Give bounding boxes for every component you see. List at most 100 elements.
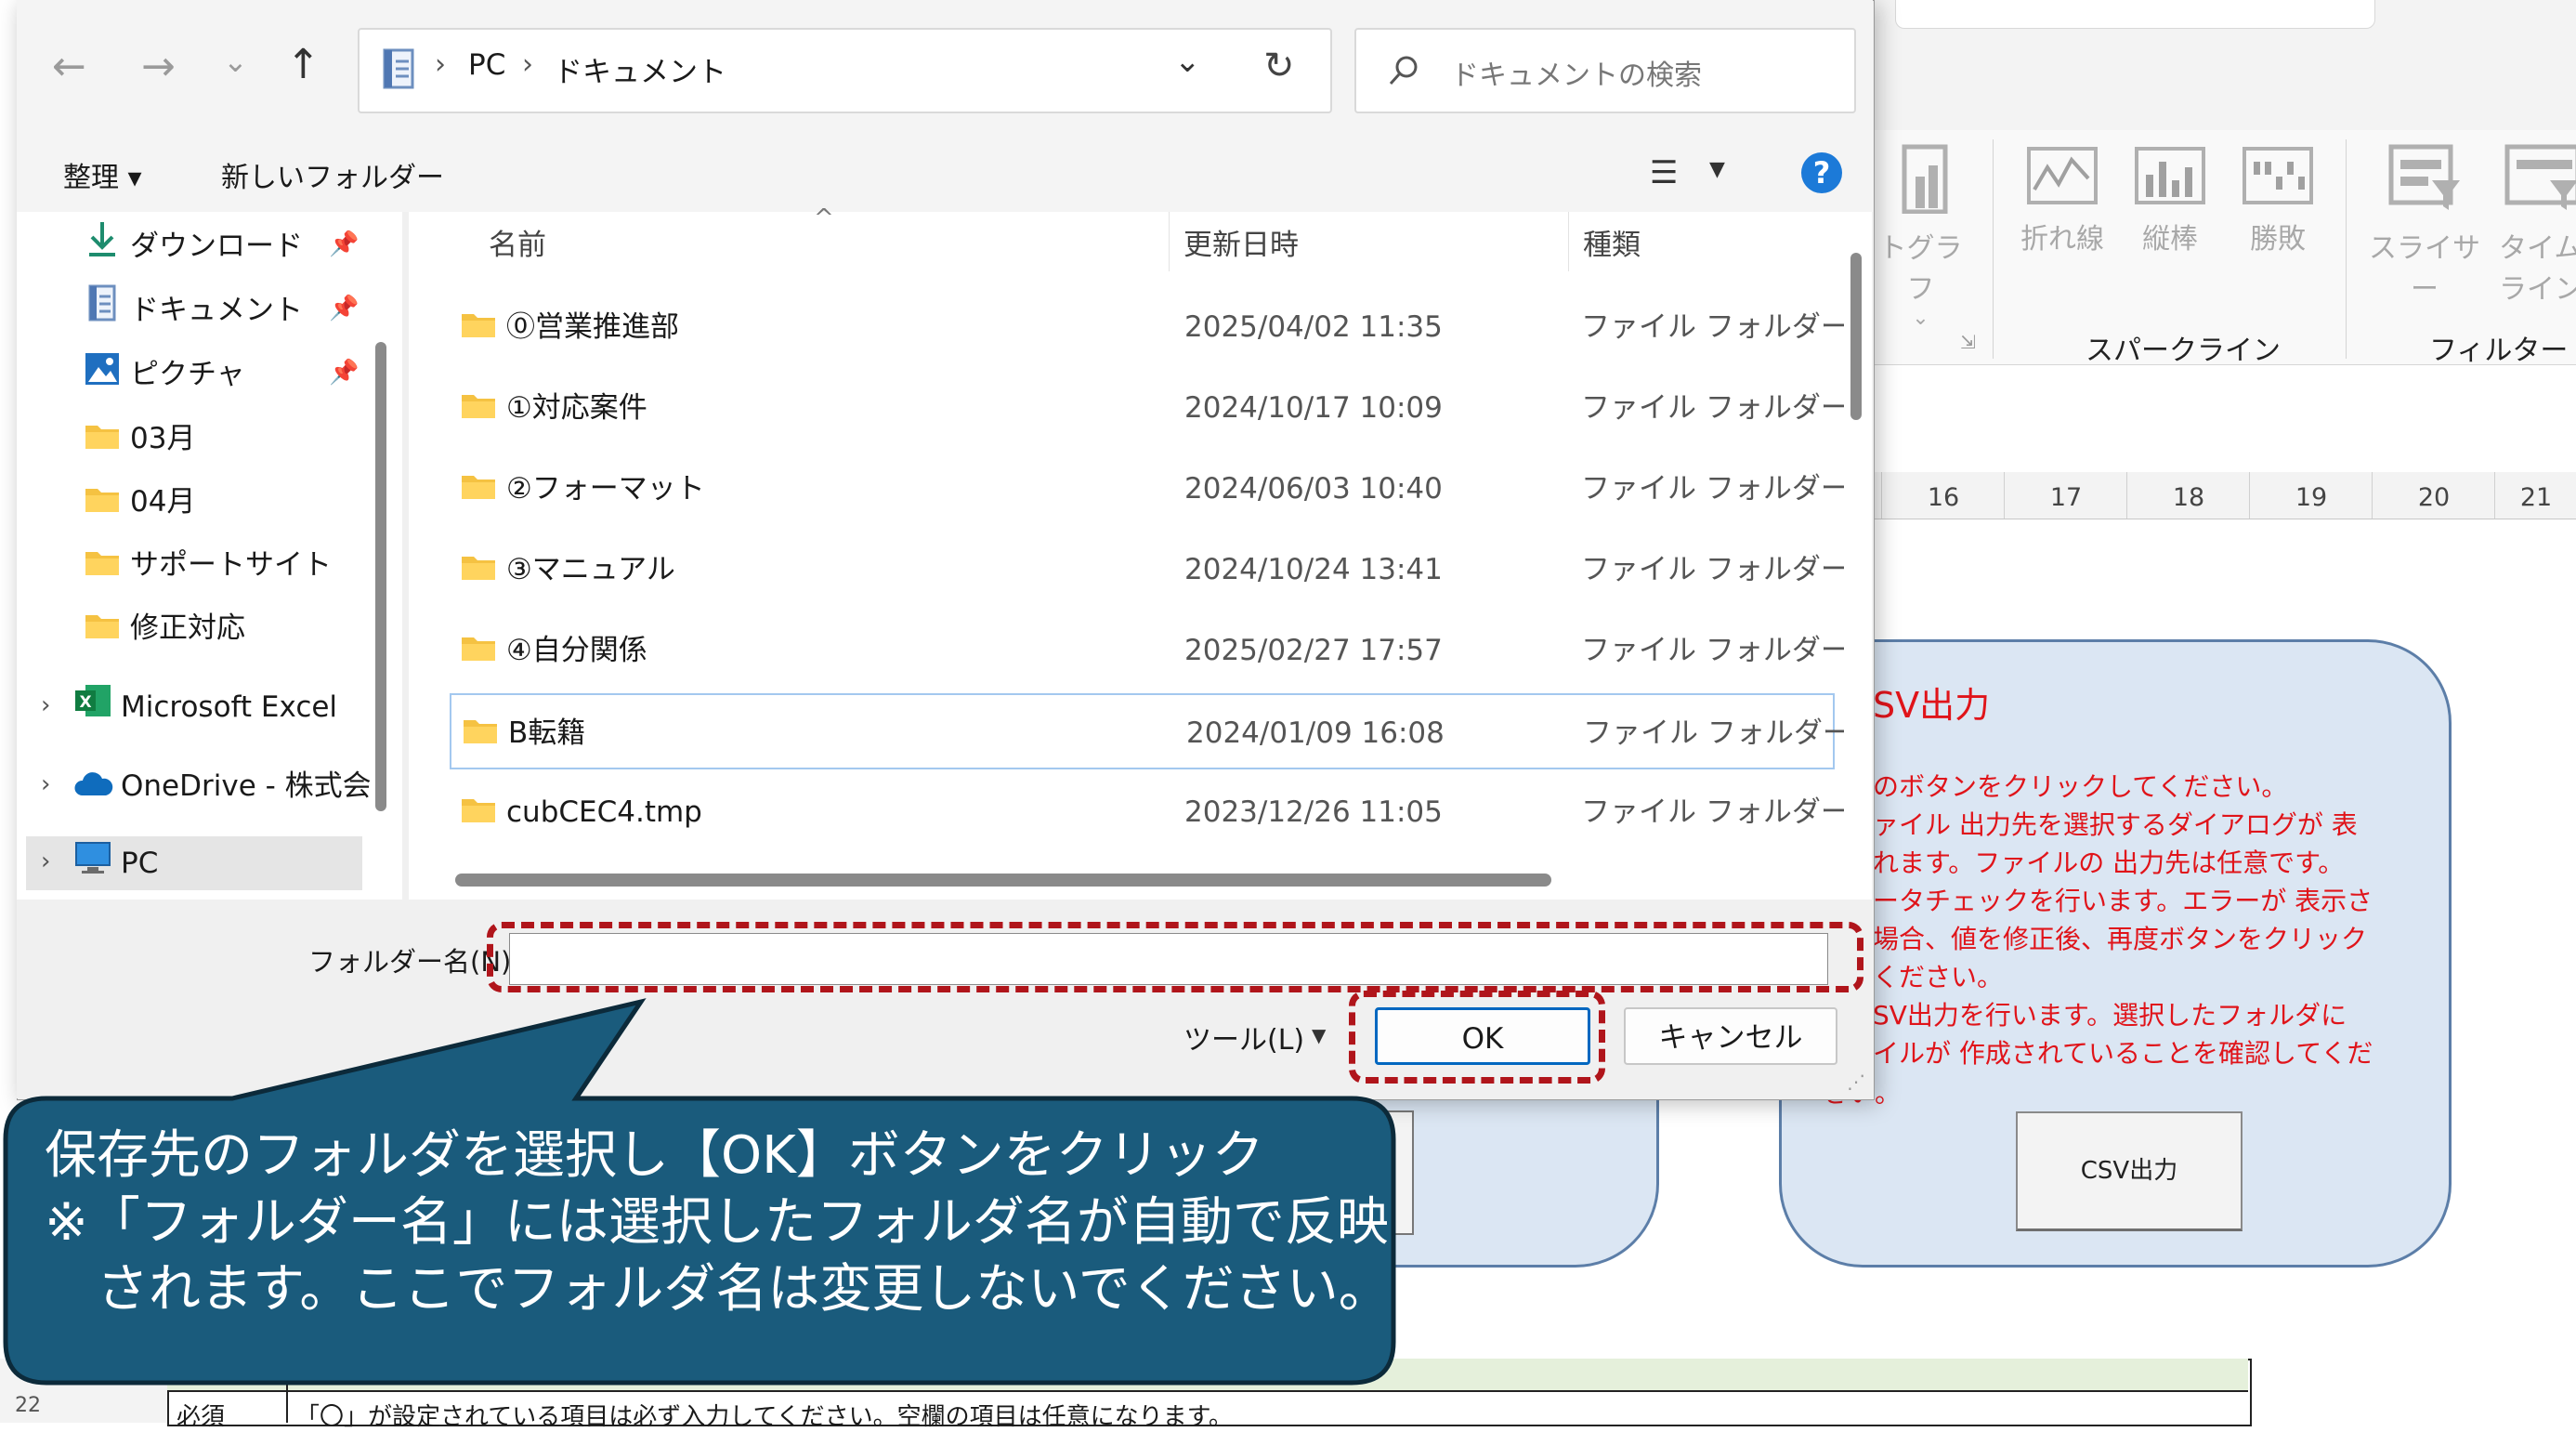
file-name: ④自分関係 <box>506 634 647 667</box>
column-header[interactable]: 18 <box>2126 472 2250 519</box>
file-date: 2024/06/03 10:40 <box>1184 472 1443 506</box>
nav-item-onedrive[interactable]: OneDrive - 株式会 <box>74 759 372 813</box>
column-separator[interactable] <box>1568 212 1569 271</box>
nav-item-microsoft-excel[interactable]: X Microsoft Excel <box>74 680 337 734</box>
breadcrumb-pc[interactable]: PC <box>468 48 505 82</box>
nav-item-downloads[interactable]: ダウンロード <box>84 219 303 273</box>
table-cell[interactable]: 必須 <box>177 1398 225 1432</box>
nav-item-documents[interactable]: ドキュメント <box>84 283 303 337</box>
file-name: ②フォーマット <box>506 472 705 506</box>
file-row[interactable]: ④自分関係 2025/02/27 17:57 ファイル フォルダー <box>409 612 1850 689</box>
row-number[interactable]: 22 <box>15 1394 41 1417</box>
file-row[interactable]: ②フォーマット 2024/06/03 10:40 ファイル フォルダー <box>409 451 1850 527</box>
file-row[interactable]: cubCEC4.tmp 2023/12/26 11:05 ファイル フォルダー <box>409 774 1850 850</box>
column-header[interactable]: 16 <box>1881 472 2005 519</box>
nav-item-pictures[interactable]: ピクチャ <box>84 348 245 401</box>
dialog-launcher-icon[interactable]: ⇲ <box>1960 331 1976 353</box>
cancel-button[interactable]: キャンセル <box>1624 1007 1837 1065</box>
new-folder-button[interactable]: 新しいフォルダー <box>221 154 444 195</box>
nav-item-label: 修正対応 <box>130 611 245 645</box>
document-icon <box>84 284 121 339</box>
csv-card-title: SV出力 <box>1873 685 1991 726</box>
file-name: cubCEC4.tmp <box>506 795 702 829</box>
search-icon <box>1389 56 1418 85</box>
nav-item-label: ダウンロード <box>130 230 303 263</box>
file-row-selected[interactable]: B転籍 2024/01/09 16:08 ファイル フォルダー <box>450 693 1851 769</box>
organize-menu-button[interactable]: 整理 ▾ <box>63 154 142 195</box>
file-type: ファイル フォルダー <box>1581 472 1850 506</box>
sparkline-column-button[interactable]: 縦棒 <box>2124 147 2216 256</box>
nav-item-folder-fixes[interactable]: 修正対応 <box>84 601 245 655</box>
csv-desc-line: ください。 <box>1873 962 2004 992</box>
back-arrow-icon[interactable]: ← <box>52 46 86 87</box>
help-icon[interactable]: ? <box>1801 152 1842 193</box>
file-type: ファイル フォルダー <box>1581 795 1850 829</box>
folder-icon <box>84 540 121 594</box>
csv-desc-line: 場合、値を修正後、再度ボタンをクリック <box>1873 924 2368 954</box>
breadcrumb-separator-icon[interactable]: › <box>522 48 533 81</box>
vertical-scroll-thumb[interactable] <box>1850 253 1862 420</box>
breadcrumb-documents[interactable]: ドキュメント <box>554 48 726 90</box>
csv-desc-line: SV出力を行います。選択したフォルダに <box>1873 1000 2347 1031</box>
file-type: ファイル フォルダー <box>1581 634 1850 667</box>
document-icon <box>383 48 414 89</box>
file-row[interactable]: ⓪営業推進部 2025/04/02 11:35 ファイル フォルダー <box>409 289 1850 365</box>
sparkline-line-button[interactable]: 折れ線 <box>2016 147 2109 256</box>
resize-grip-icon[interactable]: ⋰ <box>1847 1071 1865 1093</box>
pin-icon[interactable]: 📌 <box>329 359 359 387</box>
table-cell[interactable]: 「〇」が設定されている項目は必ず入力してください。空欄の項目は任意になります。 <box>295 1398 1233 1432</box>
timeline-icon <box>2504 144 2576 210</box>
file-name: ①対応案件 <box>506 391 647 425</box>
expand-chevron-icon[interactable]: › <box>41 770 50 798</box>
sparkline-line-label: 折れ線 <box>2020 223 2104 256</box>
column-header-name[interactable]: 名前 <box>489 218 546 272</box>
excel-formula-bar[interactable] <box>1867 409 2576 473</box>
nav-pane-scrollbar[interactable] <box>375 342 386 811</box>
column-header[interactable]: 20 <box>2372 472 2495 519</box>
column-header[interactable]: 19 <box>2249 472 2373 519</box>
file-row[interactable]: ①対応案件 2024/10/17 10:09 ファイル フォルダー <box>409 370 1850 446</box>
nav-item-folder-03[interactable]: 03月 <box>84 412 195 466</box>
column-header-date[interactable]: 更新日時 <box>1183 218 1299 272</box>
horizontal-scroll-thumb[interactable] <box>455 874 1551 887</box>
file-name: B転籍 <box>508 716 586 750</box>
column-header[interactable]: 21 <box>2494 472 2576 519</box>
expand-chevron-icon[interactable]: › <box>41 847 50 875</box>
chevron-down-icon: ⌄ <box>1912 307 1929 330</box>
download-icon <box>84 220 121 275</box>
nav-item-label: サポートサイト <box>130 548 332 582</box>
refresh-icon[interactable]: ↻ <box>1263 45 1295 87</box>
view-options-icon[interactable]: ☰ <box>1650 154 1678 191</box>
recent-locations-chevron-icon[interactable]: ⌄ <box>223 46 248 76</box>
file-date: 2023/12/26 11:05 <box>1184 795 1443 829</box>
address-history-chevron-icon[interactable]: ⌄ <box>1174 43 1201 80</box>
view-dropdown-chevron-icon[interactable]: ▼ <box>1709 158 1725 181</box>
excel-search-box[interactable] <box>1895 0 2375 29</box>
file-date: 2025/04/02 11:35 <box>1184 310 1443 344</box>
file-row[interactable]: ③マニュアル 2024/10/24 13:41 ファイル フォルダー <box>409 532 1850 608</box>
folder-icon <box>462 637 495 661</box>
breadcrumb-separator-icon[interactable]: › <box>435 48 446 81</box>
file-type: ファイル フォルダー <box>1583 716 1851 750</box>
file-name: ⓪営業推進部 <box>506 310 679 344</box>
file-name: ③マニュアル <box>506 553 675 586</box>
timeline-button[interactable]: タイム ライン <box>2499 139 2576 307</box>
csv-output-button[interactable]: CSV出力 <box>2016 1111 2243 1231</box>
column-separator[interactable] <box>1169 212 1170 271</box>
nav-item-pc[interactable]: PC <box>74 836 158 890</box>
expand-chevron-icon[interactable]: › <box>41 691 50 719</box>
pin-icon[interactable]: 📌 <box>329 295 359 322</box>
highlight-folder-name-field <box>487 922 1863 992</box>
slicer-button[interactable]: スライサー <box>2364 139 2485 307</box>
chart-button-partial[interactable]: トグラフ ⌄ <box>1867 139 1974 330</box>
up-arrow-icon[interactable]: ↑ <box>286 45 320 85</box>
nav-item-label: OneDrive - 株式会 <box>121 769 372 803</box>
sparkline-winloss-button[interactable]: 勝敗 <box>2231 147 2324 256</box>
column-header-type[interactable]: 種類 <box>1583 218 1641 272</box>
nav-item-folder-04[interactable]: 04月 <box>84 475 195 529</box>
pin-icon[interactable]: 📌 <box>329 230 359 258</box>
nav-item-folder-support[interactable]: サポートサイト <box>84 538 332 592</box>
column-header[interactable]: 17 <box>2004 472 2127 519</box>
chart-button-label: トグラフ <box>1878 232 1963 306</box>
forward-arrow-icon[interactable]: → <box>141 46 176 87</box>
